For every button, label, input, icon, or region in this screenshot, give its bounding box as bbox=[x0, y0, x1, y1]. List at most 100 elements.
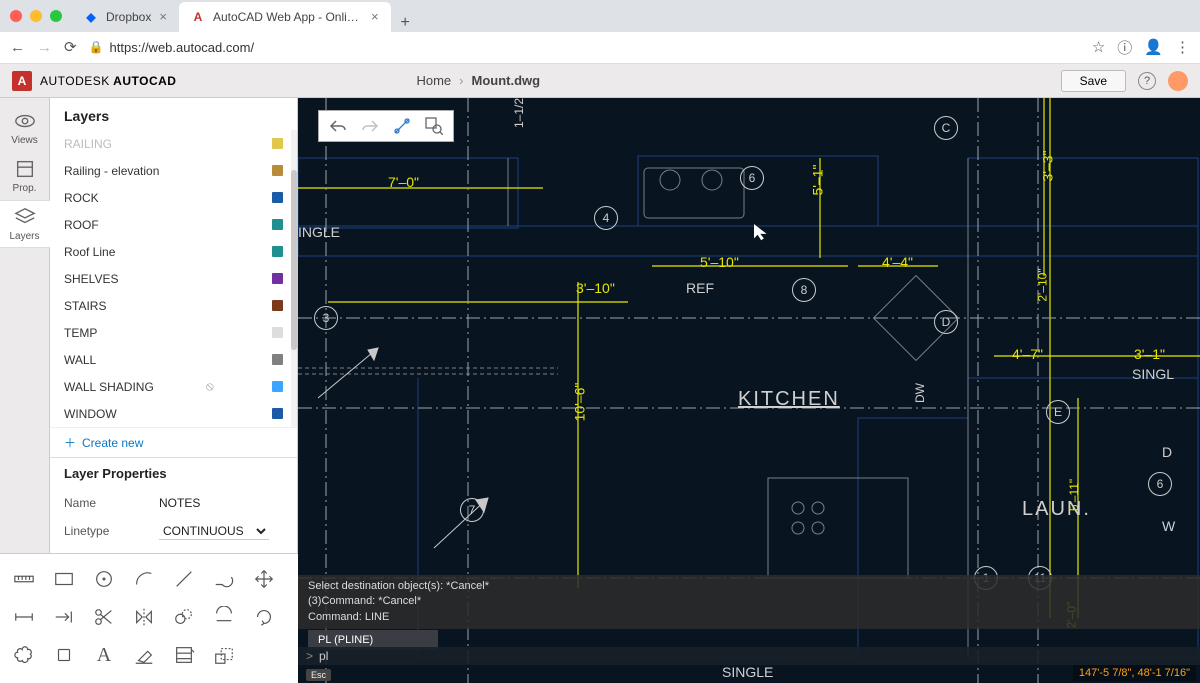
command-input-row[interactable]: > bbox=[298, 647, 1200, 665]
rail-layers[interactable]: Layers bbox=[0, 200, 50, 248]
floating-toolbar bbox=[318, 110, 454, 142]
layers-title: Layers bbox=[50, 98, 297, 130]
minimize-window-icon[interactable] bbox=[30, 10, 42, 22]
tab-bar: ◆ Dropbox × A AutoCAD Web App - Online C… bbox=[0, 0, 1200, 32]
layer-color-swatch[interactable] bbox=[272, 408, 283, 419]
layer-row[interactable]: SHELVES bbox=[50, 265, 297, 292]
tool-offset[interactable] bbox=[204, 598, 244, 636]
scrollbar-thumb[interactable] bbox=[291, 170, 297, 350]
maximize-window-icon[interactable] bbox=[50, 10, 62, 22]
tool-extend[interactable] bbox=[44, 598, 84, 636]
prop-name-row: Name NOTES bbox=[64, 489, 283, 517]
dim-4-4: 4'–4" bbox=[882, 254, 913, 270]
section-node-c: C bbox=[934, 116, 958, 140]
breadcrumb-home[interactable]: Home bbox=[416, 73, 451, 88]
tool-text[interactable]: A bbox=[84, 636, 124, 674]
tool-arc[interactable] bbox=[124, 560, 164, 598]
layer-row[interactable]: WALL SHADING⦸ bbox=[50, 373, 297, 400]
brand: A AUTODESK AUTOCAD bbox=[12, 71, 176, 91]
rail-properties[interactable]: Prop. bbox=[0, 152, 50, 200]
reload-button[interactable]: ⟳ bbox=[64, 38, 77, 56]
layer-color-swatch[interactable] bbox=[272, 273, 283, 284]
tab-autocad[interactable]: A AutoCAD Web App - Online CA × bbox=[179, 2, 391, 32]
help-icon[interactable]: ? bbox=[1138, 72, 1156, 90]
tool-copy[interactable] bbox=[164, 598, 204, 636]
canvas-area[interactable]: KITCHEN LAUN. INGLE SINGLE SINGL REF DW … bbox=[298, 98, 1200, 683]
back-button[interactable]: ← bbox=[10, 39, 25, 56]
tab-label: Dropbox bbox=[106, 10, 151, 24]
layer-row[interactable]: Roof Line bbox=[50, 238, 297, 265]
breadcrumb-file[interactable]: Mount.dwg bbox=[472, 73, 541, 88]
window-controls bbox=[10, 10, 62, 22]
label-w: W bbox=[1162, 518, 1175, 534]
label-ref: REF bbox=[686, 280, 714, 296]
address-bar[interactable]: 🔒 https://web.autocad.com/ bbox=[89, 40, 254, 55]
layer-color-swatch[interactable] bbox=[272, 327, 283, 338]
layer-row[interactable]: RAILING bbox=[50, 130, 297, 157]
close-tab-icon[interactable]: × bbox=[159, 9, 167, 24]
tool-hatch[interactable] bbox=[164, 636, 204, 674]
brand-strong: AUTOCAD bbox=[110, 74, 177, 88]
tool-measure[interactable] bbox=[4, 560, 44, 598]
layer-name: TEMP bbox=[64, 326, 97, 340]
forward-button[interactable]: → bbox=[37, 39, 52, 56]
tool-rotate[interactable] bbox=[244, 598, 284, 636]
tool-trim[interactable] bbox=[84, 598, 124, 636]
redo-button[interactable] bbox=[357, 114, 383, 138]
tool-dimension[interactable] bbox=[4, 598, 44, 636]
layer-color-swatch[interactable] bbox=[272, 138, 283, 149]
select-window-button[interactable] bbox=[389, 114, 415, 138]
user-avatar[interactable] bbox=[1168, 71, 1188, 91]
dim-5-11: 5'–11" bbox=[1067, 479, 1081, 511]
scrollbar-track[interactable] bbox=[291, 130, 297, 427]
zoom-window-button[interactable] bbox=[421, 114, 447, 138]
save-button[interactable]: Save bbox=[1061, 70, 1126, 92]
layer-row[interactable]: STAIRS bbox=[50, 292, 297, 319]
autocad-icon: A bbox=[191, 10, 205, 24]
tool-erase[interactable] bbox=[124, 636, 164, 674]
tool-scale[interactable] bbox=[204, 636, 244, 674]
undo-button[interactable] bbox=[325, 114, 351, 138]
rail-views[interactable]: Views bbox=[0, 104, 50, 152]
create-new-layer[interactable]: ＋ Create new bbox=[50, 427, 297, 457]
layer-row[interactable]: WINDOW bbox=[50, 400, 297, 427]
layer-row[interactable]: WALL bbox=[50, 346, 297, 373]
brand-text: AUTODESK AUTOCAD bbox=[40, 74, 176, 88]
tool-rectangle[interactable] bbox=[44, 560, 84, 598]
layer-color-swatch[interactable] bbox=[272, 300, 283, 311]
layer-row[interactable]: TEMP bbox=[50, 319, 297, 346]
close-tab-icon[interactable]: × bbox=[371, 9, 379, 24]
eye-icon bbox=[14, 110, 36, 132]
tool-move[interactable] bbox=[244, 560, 284, 598]
tab-dropbox[interactable]: ◆ Dropbox × bbox=[72, 2, 179, 32]
tool-explode[interactable] bbox=[44, 636, 84, 674]
layer-color-swatch[interactable] bbox=[272, 165, 283, 176]
layer-list[interactable]: RAILINGRailing - elevationROCKROOFRoof L… bbox=[50, 130, 297, 427]
tool-mirror[interactable] bbox=[124, 598, 164, 636]
layer-row[interactable]: ROOF bbox=[50, 211, 297, 238]
layer-row[interactable]: Railing - elevation bbox=[50, 157, 297, 184]
bookmark-star-icon[interactable]: ☆ bbox=[1092, 38, 1105, 56]
prop-name-value[interactable]: NOTES bbox=[159, 496, 200, 510]
tool-circle[interactable] bbox=[84, 560, 124, 598]
visibility-off-icon[interactable]: ⦸ bbox=[206, 379, 214, 394]
layer-color-swatch[interactable] bbox=[272, 381, 283, 392]
layer-color-swatch[interactable] bbox=[272, 219, 283, 230]
prop-linetype-select[interactable]: CONTINUOUS bbox=[159, 523, 269, 540]
close-window-icon[interactable] bbox=[10, 10, 22, 22]
layer-color-swatch[interactable] bbox=[272, 192, 283, 203]
site-info-icon[interactable]: ⓘ bbox=[1117, 37, 1132, 58]
nav-bar: ← → ⟳ 🔒 https://web.autocad.com/ ☆ ⓘ 👤 ⋮ bbox=[0, 32, 1200, 64]
command-input[interactable] bbox=[319, 649, 519, 663]
layer-color-swatch[interactable] bbox=[272, 246, 283, 257]
esc-key[interactable]: Esc bbox=[306, 669, 331, 681]
label-single-top: INGLE bbox=[298, 224, 340, 240]
tool-revcloud[interactable] bbox=[4, 636, 44, 674]
layer-row[interactable]: ROCK bbox=[50, 184, 297, 211]
new-tab-button[interactable]: + bbox=[391, 14, 420, 32]
layer-color-swatch[interactable] bbox=[272, 354, 283, 365]
tool-polyline[interactable] bbox=[204, 560, 244, 598]
tool-line[interactable] bbox=[164, 560, 204, 598]
profile-icon[interactable]: 👤 bbox=[1144, 38, 1163, 56]
browser-menu-icon[interactable]: ⋮ bbox=[1175, 38, 1190, 56]
